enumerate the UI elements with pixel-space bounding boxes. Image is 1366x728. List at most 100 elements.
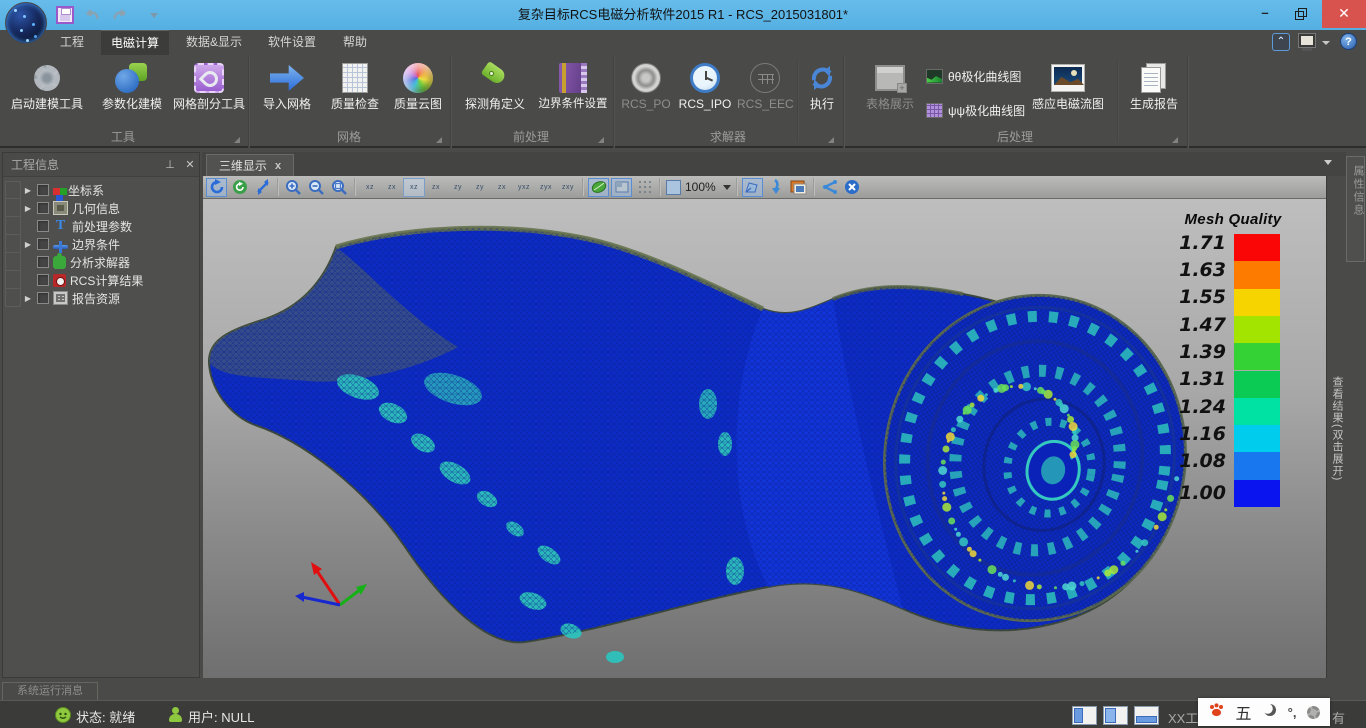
btn-rcs-eec[interactable]: RCS_EEC [737, 59, 793, 127]
view-iso2-icon[interactable]: yxz [513, 178, 535, 197]
checkbox[interactable] [37, 292, 49, 304]
tab-3d-display[interactable]: 三维显示 x [206, 154, 294, 176]
tab-project[interactable]: 工程 [46, 30, 98, 55]
zoom-level-dropdown-icon[interactable] [723, 185, 731, 190]
close-button[interactable]: ✕ [1322, 0, 1366, 28]
capture-image-icon[interactable] [788, 178, 809, 197]
tree-item-preprocess-params[interactable]: T 前处理参数 [23, 217, 199, 235]
system-message-tab[interactable]: 系统运行消息 [2, 682, 98, 700]
group-expand-icon[interactable] [1172, 137, 1178, 143]
btn-import-mesh[interactable]: 导入网格 [256, 59, 318, 127]
tree-item-boundary-conditions[interactable]: ▶ 边界条件 [23, 235, 199, 253]
btn-mesh-partition-tool[interactable]: 网格剖分工具 [170, 59, 248, 127]
fit-view-icon[interactable] [252, 178, 273, 197]
surface-select-icon[interactable] [742, 178, 763, 197]
group-expand-icon[interactable] [436, 137, 442, 143]
btn-launch-modeling-tool[interactable]: 启动建模工具 [4, 59, 90, 127]
checkbox[interactable] [37, 202, 49, 214]
app-logo-globe-icon[interactable] [5, 2, 47, 44]
tree-item-rcs-results[interactable]: RCS计算结果 [23, 271, 199, 289]
btn-table-display[interactable]: + 表格展示 [858, 59, 922, 127]
display-dropdown-icon[interactable] [1322, 41, 1330, 45]
collapse-ribbon-icon[interactable]: ⌃ [1272, 33, 1290, 51]
layout-left-wide-panel-button[interactable] [1103, 706, 1128, 725]
pin-icon[interactable]: ⊥ [163, 158, 177, 172]
wireframe-points-icon[interactable] [634, 178, 655, 197]
panel-close-icon[interactable]: ✕ [183, 158, 197, 172]
flat-shading-icon[interactable] [611, 178, 632, 197]
tab-software-settings[interactable]: 软件设置 [258, 30, 326, 55]
checkbox[interactable] [37, 220, 49, 232]
zoom-window-icon[interactable] [329, 178, 350, 197]
view-iso4-icon[interactable]: zxy [557, 178, 579, 197]
tree-item-geometry-info[interactable]: ▶ 几何信息 [23, 199, 199, 217]
expand-arrow-icon[interactable]: ▶ [23, 186, 33, 195]
btn-execute[interactable]: 执行 [803, 59, 841, 127]
rotate-view-icon[interactable] [206, 178, 227, 197]
expand-arrow-icon[interactable]: ▶ [23, 240, 33, 249]
checkbox[interactable] [37, 274, 49, 286]
btn-rcs-ipo[interactable]: RCS_IPO [677, 59, 733, 127]
tree-item-coordinate-system[interactable]: ▶ 坐标系 [23, 181, 199, 199]
undo-icon[interactable] [82, 8, 102, 22]
close-circle-icon[interactable] [842, 178, 863, 197]
tree-item-report-resources[interactable]: ▶ 报告资源 [23, 289, 199, 307]
quick-access-dropdown-icon[interactable] [150, 13, 158, 18]
view-back-icon[interactable]: zy [469, 178, 491, 197]
btn-induced-em-current-map[interactable]: 感应电磁流图 [1024, 59, 1112, 127]
reset-view-icon[interactable] [229, 178, 250, 197]
btn-rcs-po[interactable]: RCS_PO [619, 59, 673, 127]
display-device-icon[interactable] [1298, 33, 1318, 51]
btn-boundary-condition-settings[interactable]: 边界条件设置 [536, 59, 610, 127]
view-iso3-icon[interactable]: zyx [535, 178, 557, 197]
checkbox[interactable] [37, 256, 49, 268]
zoom-out-icon[interactable] [306, 178, 327, 197]
3d-viewport-canvas[interactable]: Mesh Quality 1.71 1.63 1.55 1.47 1.39 1.… [203, 199, 1326, 678]
group-expand-icon[interactable] [828, 137, 834, 143]
save-icon[interactable] [56, 6, 74, 24]
view-top-icon[interactable]: xz [359, 178, 381, 197]
tab-em-computation[interactable]: 电磁计算 [101, 30, 169, 55]
btn-generate-report[interactable]: 生成报告 [1124, 59, 1184, 127]
expand-arrow-icon[interactable]: ▶ [23, 204, 33, 213]
ime-moon-icon[interactable] [1263, 703, 1277, 722]
ime-mode-char[interactable]: 五 [1236, 700, 1252, 724]
btn-quality-contour[interactable]: 质量云图 [388, 59, 448, 127]
view-left-icon[interactable]: xz [403, 178, 425, 197]
checkbox[interactable] [37, 184, 49, 196]
tree-item-analysis-solver[interactable]: 分析求解器 [23, 253, 199, 271]
redo-icon[interactable] [110, 8, 130, 22]
share-flow-icon[interactable] [819, 178, 840, 197]
ime-punctuation-toggle[interactable]: °, [1288, 705, 1297, 720]
expand-arrow-icon[interactable]: ▶ [23, 294, 33, 303]
group-expand-icon[interactable] [598, 137, 604, 143]
help-icon[interactable]: ? [1340, 33, 1357, 50]
tab-data-display[interactable]: 数据&显示 [174, 30, 254, 55]
view-results-strip[interactable]: 查看结果(双击展开) [1326, 176, 1344, 678]
restore-button[interactable] [1286, 0, 1320, 26]
download-arrow-icon[interactable] [765, 178, 786, 197]
smooth-shading-icon[interactable] [588, 178, 609, 197]
group-expand-icon[interactable] [234, 137, 240, 143]
ime-paw-icon[interactable] [1208, 702, 1225, 723]
view-right-icon[interactable]: zx [425, 178, 447, 197]
tab-help[interactable]: 帮助 [332, 30, 378, 55]
tab-list-dropdown-icon[interactable] [1324, 160, 1332, 165]
checkbox[interactable] [37, 238, 49, 250]
property-info-tab[interactable]: 属性信息 [1346, 156, 1365, 262]
zoom-level-control[interactable]: 100% [666, 180, 731, 195]
btn-psi-polar-curve[interactable]: ψψ极化曲线图 [926, 97, 1025, 123]
view-bottom-icon[interactable]: zx [381, 178, 403, 197]
btn-theta-polar-curve[interactable]: θθ极化曲线图 [926, 63, 1021, 89]
btn-parametric-modeling[interactable]: 参数化建模 [94, 59, 170, 127]
btn-probe-angle-define[interactable]: 探测角定义 [458, 59, 532, 127]
layout-left-panel-button[interactable] [1072, 706, 1097, 725]
view-iso1-icon[interactable]: zx [491, 178, 513, 197]
minimize-button[interactable]: – [1248, 0, 1282, 26]
btn-quality-check[interactable]: 质量检查 [324, 59, 386, 127]
view-front-icon[interactable]: zy [447, 178, 469, 197]
tab-close-icon[interactable]: x [275, 160, 281, 172]
ime-settings-gear-icon[interactable] [1307, 706, 1320, 719]
zoom-in-icon[interactable] [283, 178, 304, 197]
layout-bottom-panel-button[interactable] [1134, 706, 1159, 725]
